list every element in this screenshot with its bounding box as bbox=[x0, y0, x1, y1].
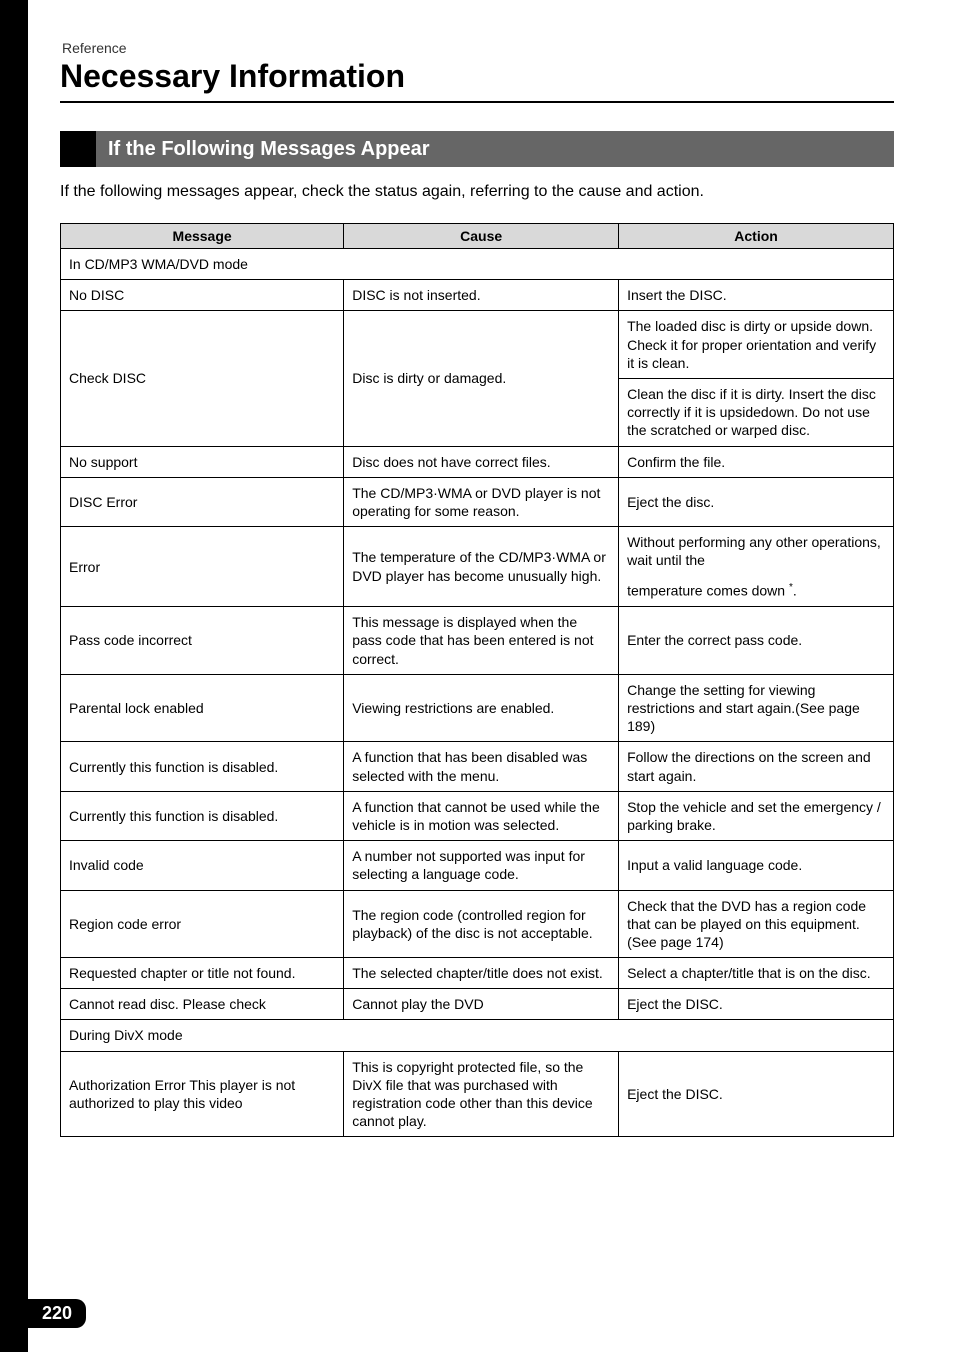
cell-action: Change the setting for viewing restricti… bbox=[619, 674, 894, 742]
cell-cause: A function that cannot be used while the… bbox=[344, 791, 619, 840]
page-container: Reference Necessary Information If the F… bbox=[0, 0, 954, 1177]
mode-row: During DivX mode bbox=[61, 1020, 894, 1051]
cell-action: Eject the DISC. bbox=[619, 1051, 894, 1137]
cell-action: Confirm the file. bbox=[619, 446, 894, 477]
table-row: DISC Error The CD/MP3·WMA or DVD player … bbox=[61, 477, 894, 526]
table-header-row: Message Cause Action bbox=[61, 224, 894, 249]
table-row: Error The temperature of the CD/MP3·WMA … bbox=[61, 527, 894, 576]
cell-cause: Cannot play the DVD bbox=[344, 989, 619, 1020]
table-row: Check DISC Disc is dirty or damaged. The… bbox=[61, 311, 894, 379]
reference-label: Reference bbox=[60, 40, 894, 56]
cell-message: Invalid code bbox=[61, 841, 344, 890]
table-row: Currently this function is disabled. A f… bbox=[61, 742, 894, 791]
table-row: Authorization Error This player is not a… bbox=[61, 1051, 894, 1137]
table-row: Region code error The region code (contr… bbox=[61, 890, 894, 958]
cell-message: Requested chapter or title not found. bbox=[61, 958, 344, 989]
cell-cause: A number not supported was input for sel… bbox=[344, 841, 619, 890]
cell-cause: Disc does not have correct files. bbox=[344, 446, 619, 477]
cell-action: Follow the directions on the screen and … bbox=[619, 742, 894, 791]
cell-cause: Disc is dirty or damaged. bbox=[344, 311, 619, 446]
action-text-suffix: . bbox=[793, 583, 797, 599]
page-number-badge: 220 bbox=[28, 1299, 86, 1328]
cell-message: Region code error bbox=[61, 890, 344, 958]
cell-cause: The temperature of the CD/MP3·WMA or DVD… bbox=[344, 527, 619, 607]
col-header-action: Action bbox=[619, 224, 894, 249]
cell-message: No support bbox=[61, 446, 344, 477]
cell-cause: A function that has been disabled was se… bbox=[344, 742, 619, 791]
col-header-message: Message bbox=[61, 224, 344, 249]
cell-action: Insert the DISC. bbox=[619, 280, 894, 311]
page-title: Necessary Information bbox=[60, 58, 894, 103]
action-text-part: temperature comes down bbox=[627, 583, 789, 599]
mode-row-text: During DivX mode bbox=[61, 1020, 894, 1051]
section-title: If the Following Messages Appear bbox=[96, 131, 430, 167]
cell-message: Parental lock enabled bbox=[61, 674, 344, 742]
section-header-bar: If the Following Messages Appear bbox=[60, 131, 894, 167]
section-accent-block bbox=[60, 131, 96, 167]
table-row: Cannot read disc. Please check Cannot pl… bbox=[61, 989, 894, 1020]
cell-message: No DISC bbox=[61, 280, 344, 311]
cell-message: Currently this function is disabled. bbox=[61, 791, 344, 840]
col-header-cause: Cause bbox=[344, 224, 619, 249]
cell-cause: DISC is not inserted. bbox=[344, 280, 619, 311]
cell-action: Without performing any other operations,… bbox=[619, 527, 894, 576]
cell-cause: The region code (controlled region for p… bbox=[344, 890, 619, 958]
cell-message: Currently this function is disabled. bbox=[61, 742, 344, 791]
mode-row: In CD/MP3 WMA/DVD mode bbox=[61, 249, 894, 280]
cell-message: Check DISC bbox=[61, 311, 344, 446]
cell-action: Enter the correct pass code. bbox=[619, 607, 894, 675]
cell-message: DISC Error bbox=[61, 477, 344, 526]
cell-action: Check that the DVD has a region code tha… bbox=[619, 890, 894, 958]
cell-action: Select a chapter/title that is on the di… bbox=[619, 958, 894, 989]
cell-action: Clean the disc if it is dirty. Insert th… bbox=[619, 378, 894, 446]
table-row: No support Disc does not have correct fi… bbox=[61, 446, 894, 477]
table-row: No DISC DISC is not inserted. Insert the… bbox=[61, 280, 894, 311]
table-row: Requested chapter or title not found. Th… bbox=[61, 958, 894, 989]
section-intro-text: If the following messages appear, check … bbox=[60, 183, 894, 201]
cell-action: The loaded disc is dirty or upside down.… bbox=[619, 311, 894, 379]
cell-action: Stop the vehicle and set the emergency /… bbox=[619, 791, 894, 840]
table-row: Currently this function is disabled. A f… bbox=[61, 791, 894, 840]
table-row: Parental lock enabled Viewing restrictio… bbox=[61, 674, 894, 742]
cell-action: Input a valid language code. bbox=[619, 841, 894, 890]
cell-action: Eject the disc. bbox=[619, 477, 894, 526]
cell-action: temperature comes down *. bbox=[619, 575, 894, 606]
cell-cause: This message is displayed when the pass … bbox=[344, 607, 619, 675]
cell-cause: The selected chapter/title does not exis… bbox=[344, 958, 619, 989]
table-row: Invalid code A number not supported was … bbox=[61, 841, 894, 890]
cell-cause: Viewing restrictions are enabled. bbox=[344, 674, 619, 742]
table-row: Pass code incorrect This message is disp… bbox=[61, 607, 894, 675]
messages-table: Message Cause Action In CD/MP3 WMA/DVD m… bbox=[60, 223, 894, 1137]
mode-row-text: In CD/MP3 WMA/DVD mode bbox=[61, 249, 894, 280]
cell-cause: The CD/MP3·WMA or DVD player is not oper… bbox=[344, 477, 619, 526]
cell-action: Eject the DISC. bbox=[619, 989, 894, 1020]
cell-message: Pass code incorrect bbox=[61, 607, 344, 675]
page-number: 220 bbox=[42, 1303, 72, 1323]
cell-message: Authorization Error This player is not a… bbox=[61, 1051, 344, 1137]
cell-message: Error bbox=[61, 527, 344, 607]
cell-message: Cannot read disc. Please check bbox=[61, 989, 344, 1020]
cell-cause: This is copyright protected file, so the… bbox=[344, 1051, 619, 1137]
